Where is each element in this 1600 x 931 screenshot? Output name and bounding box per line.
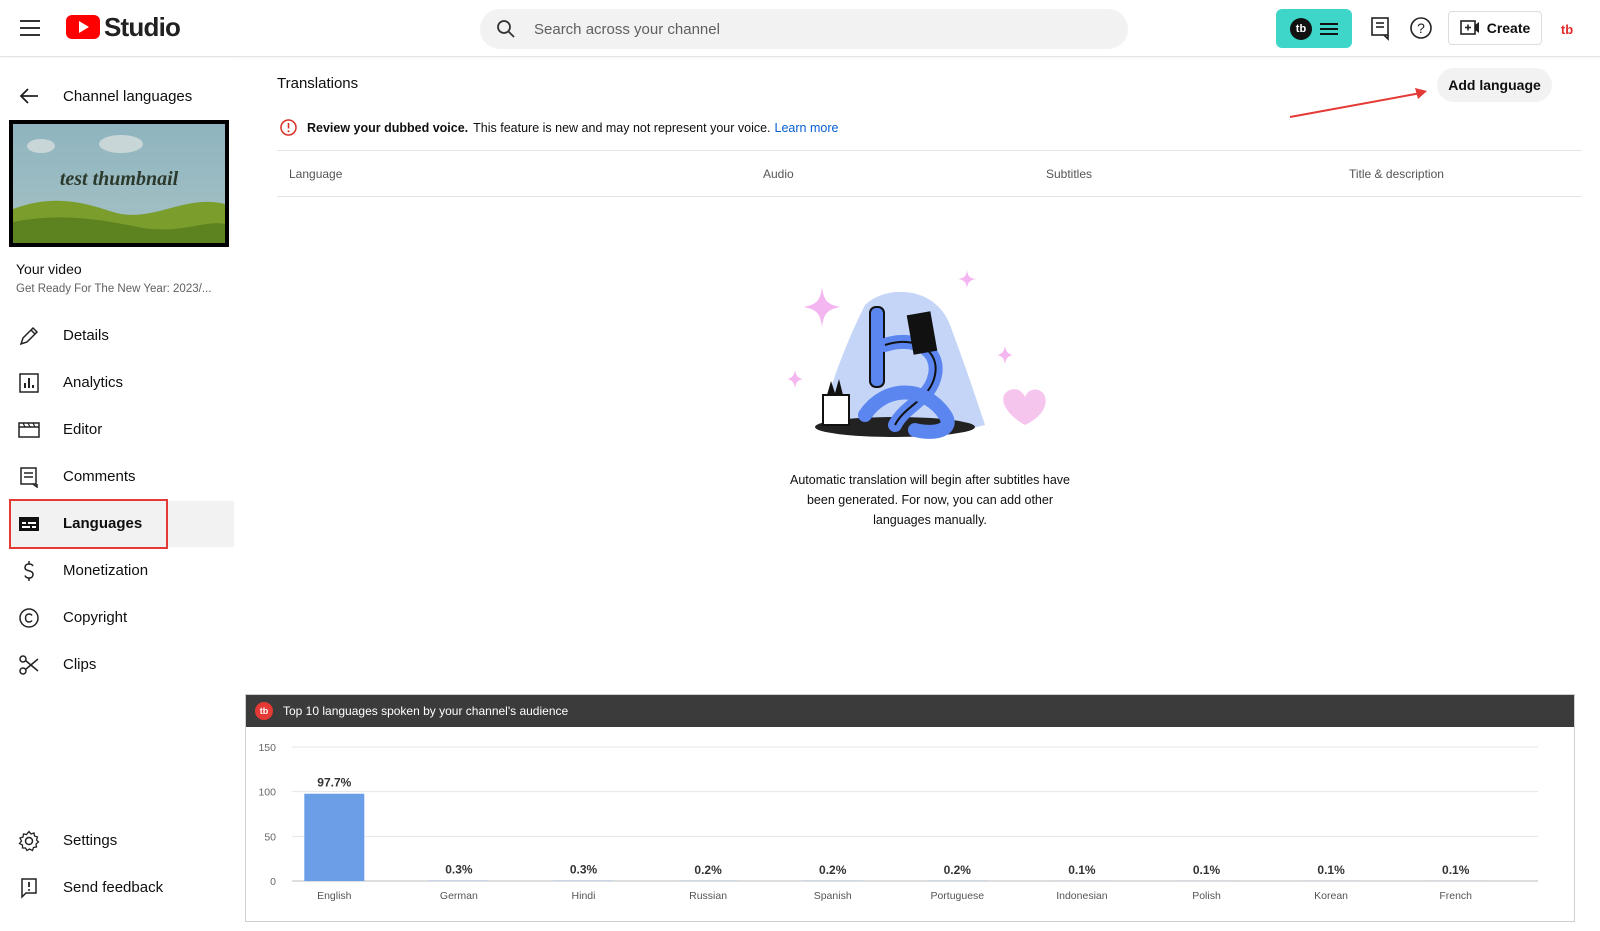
- annotation-highlight-box: [9, 499, 168, 549]
- column-header-subtitles[interactable]: Subtitles: [1046, 167, 1092, 181]
- scissors-icon: [19, 655, 39, 675]
- nav-item-settings[interactable]: Settings: [9, 818, 234, 864]
- nav-item-send-feedback[interactable]: Send feedback: [9, 865, 234, 911]
- nav-label: Monetization: [63, 562, 149, 579]
- video-thumbnail[interactable]: test thumbnail: [9, 120, 229, 247]
- x-tick-label: Portuguese: [930, 890, 984, 902]
- top-bar: Studio tb ? Create tb: [0, 0, 1600, 57]
- add-language-button[interactable]: Add language: [1437, 68, 1552, 102]
- y-tick-label: 50: [264, 831, 276, 843]
- x-tick-label: English: [317, 890, 352, 902]
- feedback-messages-icon[interactable]: [1368, 15, 1394, 41]
- search-icon[interactable]: [496, 19, 516, 39]
- copyright-icon: [19, 608, 39, 628]
- tubebuddy-menu-icon: [1320, 20, 1338, 38]
- learn-more-link[interactable]: Learn more: [775, 121, 839, 135]
- warning-icon: [280, 119, 297, 136]
- data-label: 0.2%: [694, 863, 722, 877]
- data-label: 0.2%: [944, 863, 972, 877]
- warning-text: This feature is new and may not represen…: [473, 120, 771, 135]
- youtube-logo-icon: [66, 15, 100, 39]
- create-label: Create: [1486, 20, 1531, 36]
- empty-state-illustration: [787, 270, 1046, 439]
- x-tick-label: German: [440, 890, 478, 902]
- x-tick-label: Polish: [1192, 890, 1221, 902]
- x-tick-label: Russian: [689, 890, 727, 902]
- x-tick-label: Spanish: [814, 890, 852, 902]
- tubebuddy-menu-button[interactable]: tb: [1276, 9, 1352, 48]
- video-title[interactable]: Get Ready For The New Year: 2023/...: [16, 283, 226, 295]
- data-label: 0.1%: [1442, 863, 1470, 877]
- data-label: 0.3%: [445, 863, 473, 877]
- create-video-icon: [1459, 20, 1479, 35]
- nav-label: Settings: [63, 832, 118, 849]
- account-avatar[interactable]: tb: [1553, 15, 1581, 43]
- warning-bold-text: Review your dubbed voice.: [307, 120, 469, 135]
- data-label: 0.1%: [1193, 863, 1221, 877]
- annotation-arrow: [1289, 88, 1427, 118]
- x-tick-label: Korean: [1314, 890, 1348, 902]
- nav-label: Clips: [63, 656, 97, 673]
- nav-item-details[interactable]: Details: [9, 313, 234, 359]
- translations-title: Translations: [277, 75, 359, 92]
- thumbnail-text: test thumbnail: [59, 168, 179, 190]
- nav-item-copyright[interactable]: Copyright: [9, 595, 234, 641]
- gear-icon: [18, 830, 40, 852]
- feedback-icon: [21, 878, 37, 899]
- search-bar[interactable]: [480, 9, 1128, 49]
- data-label: 0.1%: [1068, 863, 1096, 877]
- nav-label: Analytics: [63, 374, 124, 391]
- back-row: Channel languages: [0, 76, 238, 116]
- translations-table-header: Language Audio Subtitles Title & descrip…: [277, 150, 1582, 197]
- nav-label: Send feedback: [63, 879, 164, 896]
- nav-item-editor[interactable]: Editor: [9, 407, 234, 453]
- comments-icon: [20, 467, 38, 488]
- y-tick-label: 0: [270, 876, 276, 888]
- studio-logo[interactable]: Studio: [66, 11, 181, 42]
- page-title: Channel languages: [63, 88, 193, 105]
- y-tick-label: 150: [258, 742, 276, 754]
- tubebuddy-badge-icon: tb: [255, 702, 273, 720]
- bar: [304, 793, 365, 881]
- empty-state-message: Automatic translation will begin after s…: [789, 473, 1070, 527]
- nav-item-clips[interactable]: Clips: [9, 642, 234, 688]
- svg-text:?: ?: [1417, 20, 1425, 36]
- nav-item-analytics[interactable]: Analytics: [9, 360, 234, 406]
- dubbed-voice-warning: Review your dubbed voice. This feature i…: [280, 119, 838, 136]
- nav-label: Editor: [63, 421, 103, 438]
- nav-item-comments[interactable]: Comments: [9, 454, 234, 500]
- create-button[interactable]: Create: [1448, 11, 1542, 45]
- data-label: 0.2%: [819, 863, 847, 877]
- nav-label: Details: [63, 327, 109, 344]
- menu-icon[interactable]: [16, 14, 46, 44]
- nav-label: Comments: [63, 468, 136, 485]
- sidebar: Channel languages test thumbnail Your vi…: [0, 58, 238, 931]
- analytics-icon: [19, 373, 39, 393]
- chart-header: tb Top 10 languages spoken by your chann…: [246, 695, 1574, 727]
- column-header-audio[interactable]: Audio: [763, 167, 794, 181]
- search-input[interactable]: [534, 9, 1094, 49]
- column-header-language[interactable]: Language: [289, 167, 342, 181]
- x-tick-label: Hindi: [572, 890, 596, 902]
- column-header-title-description[interactable]: Title & description: [1349, 167, 1444, 181]
- y-tick-label: 100: [258, 787, 276, 799]
- nav-item-monetization[interactable]: Monetization: [9, 548, 234, 594]
- tubebuddy-logo-icon: tb: [1290, 17, 1312, 40]
- x-tick-label: Indonesian: [1056, 890, 1108, 902]
- x-tick-label: French: [1439, 890, 1472, 902]
- help-icon[interactable]: ?: [1408, 15, 1434, 41]
- pencil-icon: [19, 326, 39, 346]
- your-video-label: Your video: [16, 261, 82, 277]
- data-label: 0.3%: [570, 863, 598, 877]
- languages-bar-chart: 0 50 100 150 97.7% English 0.3% German 0.3% Hindi…: [258, 742, 1538, 902]
- nav-label: Copyright: [63, 609, 128, 626]
- top-languages-chart-panel: tb Top 10 languages spoken by your chann…: [245, 694, 1575, 922]
- dollar-icon: [24, 561, 34, 581]
- data-label: 0.1%: [1317, 863, 1345, 877]
- studio-logo-text: Studio: [104, 11, 181, 42]
- editor-icon: [18, 422, 40, 438]
- back-arrow-icon[interactable]: [18, 86, 40, 106]
- data-label: 97.7%: [317, 776, 351, 790]
- chart-title: Top 10 languages spoken by your channel'…: [283, 704, 569, 718]
